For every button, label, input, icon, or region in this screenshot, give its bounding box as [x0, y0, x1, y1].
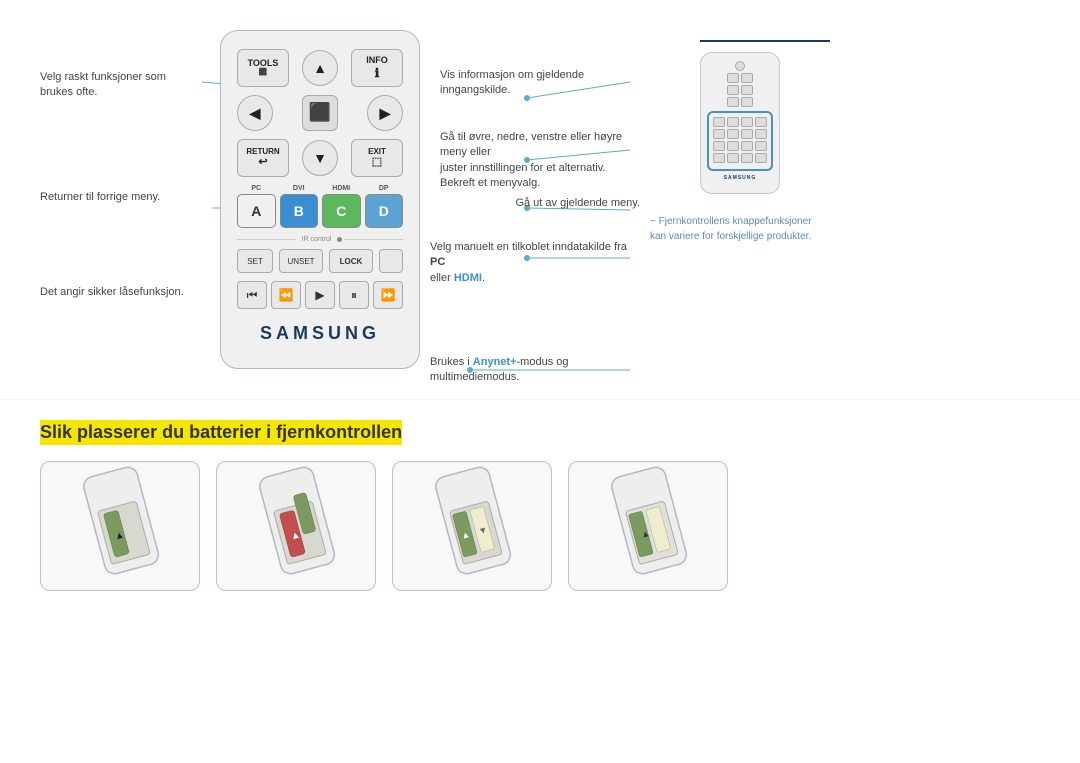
- ir-row: IR control: [237, 236, 403, 243]
- return-annotation: Returner til forrige meny.: [40, 190, 160, 205]
- center-button[interactable]: ⬛: [302, 95, 338, 131]
- dp-label: DP: [365, 185, 404, 192]
- battery-svg-4: ▲: [578, 466, 718, 586]
- top-line: [700, 40, 830, 42]
- up-button[interactable]: ▲: [302, 50, 338, 86]
- set-button[interactable]: SET: [237, 249, 273, 273]
- info-annotation: Vis informasjon om gjeldende inngangskil…: [440, 68, 640, 99]
- lock-row: SET UNSET LOCK: [237, 249, 403, 273]
- battery-image-3: ▲ ▼: [392, 461, 552, 591]
- row-2: ◀ ⬛ ▶: [237, 95, 403, 131]
- hdmi-label: HDMI: [322, 185, 361, 192]
- remote-wrapper: TOOLS ⬛ ▲ INFO ℹ ◀ ⬛ ▶: [220, 30, 420, 369]
- ir-label: IR control: [302, 236, 332, 243]
- battery-image-2: ▲: [216, 461, 376, 591]
- lock-annotation: Det angir sikker låsefunksjon.: [40, 285, 184, 300]
- battery-image-1: ▲: [40, 461, 200, 591]
- row-1: TOOLS ⬛ ▲ INFO ℹ: [237, 49, 403, 87]
- color-labels: PC DVI HDMI DP: [237, 185, 403, 192]
- remote-area: Velg raskt funksjoner som brukes ofte. R…: [40, 30, 620, 369]
- battery-images: ▲ ▲: [40, 461, 1040, 591]
- fast-forward-button[interactable]: ⏩: [373, 281, 403, 309]
- bottom-section: Slik plasserer du batterier i fjernkontr…: [0, 399, 1080, 611]
- button-a[interactable]: A: [237, 194, 276, 228]
- samsung-logo: SAMSUNG: [237, 323, 403, 344]
- source-pc-bold: PC: [430, 256, 445, 268]
- battery-svg-2: ▲: [226, 466, 366, 586]
- top-section: Velg raskt funksjoner som brukes ofte. R…: [0, 0, 1080, 389]
- battery-svg-1: ▲: [50, 466, 190, 586]
- prev-chapter-button[interactable]: ⏮: [237, 281, 267, 309]
- ir-dot: [337, 237, 342, 242]
- right-button[interactable]: ▶: [367, 95, 403, 131]
- source-hdmi-bold: HDMI: [454, 272, 482, 284]
- button-d[interactable]: D: [365, 194, 404, 228]
- media-row-1: ⏮ ⏪ ▶ ⏸ ⏩: [237, 281, 403, 309]
- battery-title: Slik plasserer du batterier i fjernkontr…: [40, 420, 402, 445]
- pause-button[interactable]: ⏸: [339, 281, 369, 309]
- tools-annotation: Velg raskt funksjoner som brukes ofte.: [40, 70, 200, 101]
- source-annotation: Velg manuelt en tilkoblet inndatakilde f…: [430, 240, 640, 286]
- battery-image-4: ▲: [568, 461, 728, 591]
- play-button[interactable]: ▶: [305, 281, 335, 309]
- battery-svg-3: ▲ ▼: [402, 466, 542, 586]
- mini-remote: SAMSUNG: [700, 52, 780, 194]
- tools-button[interactable]: TOOLS ⬛: [237, 49, 289, 87]
- square-button[interactable]: [379, 249, 403, 273]
- return-button[interactable]: RETURN ↩: [237, 139, 289, 177]
- footnote-text: Fjernkontrollens knappefunksjoner kan va…: [650, 216, 812, 242]
- remote-control: TOOLS ⬛ ▲ INFO ℹ ◀ ⬛ ▶: [220, 30, 420, 369]
- row-3: RETURN ↩ ▼ EXIT ⬚: [237, 139, 403, 177]
- color-buttons-row: A B C D: [237, 194, 403, 228]
- pc-label: PC: [237, 185, 276, 192]
- exit-button[interactable]: EXIT ⬚: [351, 139, 403, 177]
- left-button[interactable]: ◀: [237, 95, 273, 131]
- footnote: − Fjernkontrollens knappefunksjoner kan …: [650, 214, 830, 244]
- exit-annotation: Gå ut av gjeldende meny.: [515, 196, 640, 211]
- dvi-label: DVI: [280, 185, 319, 192]
- button-c[interactable]: C: [322, 194, 361, 228]
- mini-samsung-logo: SAMSUNG: [707, 175, 773, 181]
- footnote-dash: −: [650, 216, 656, 227]
- unset-button[interactable]: UNSET: [279, 249, 323, 273]
- lock-button[interactable]: LOCK: [329, 249, 373, 273]
- info-button[interactable]: INFO ℹ: [351, 49, 403, 87]
- mini-remote-highlight: [707, 111, 773, 171]
- navigate-annotation: Gå til øvre, nedre, venstre eller høyre …: [440, 130, 640, 192]
- down-button[interactable]: ▼: [302, 140, 338, 176]
- right-panel: SAMSUNG − Fjernkontrollens knappefunksjo…: [640, 30, 840, 369]
- button-b[interactable]: B: [280, 194, 319, 228]
- anynet-bold: Anynet+: [473, 356, 517, 368]
- rewind-button[interactable]: ⏪: [271, 281, 301, 309]
- anynet-annotation: Brukes i Anynet+-modus og multimediemodu…: [430, 355, 640, 386]
